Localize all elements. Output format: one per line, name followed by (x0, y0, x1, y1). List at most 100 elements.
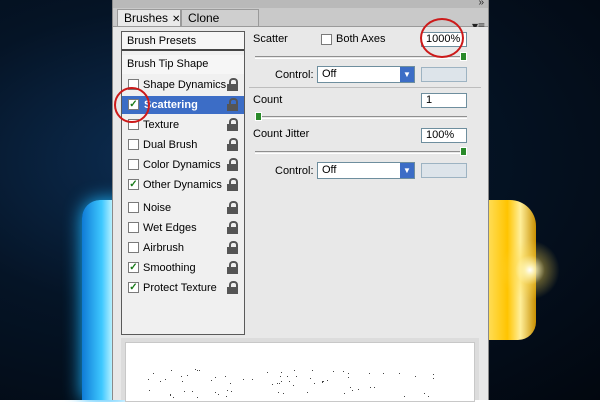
list-item-label: Wet Edges (143, 222, 197, 234)
scatter-slider-thumb[interactable] (460, 52, 467, 61)
preview-dot (267, 372, 268, 373)
close-icon[interactable]: ✕ (172, 14, 180, 25)
lock-icon[interactable] (227, 178, 238, 191)
list-item[interactable]: Color Dynamics (122, 156, 244, 174)
divider (249, 87, 481, 88)
list-item-checkbox[interactable]: ✓ (128, 99, 139, 110)
preview-dot (296, 376, 297, 377)
tab-brushes[interactable]: Brushes ✕ (117, 9, 181, 26)
preview-dot (181, 376, 182, 377)
panel-content: Brush Presets Brush Tip Shape Shape Dyna… (113, 27, 488, 402)
scatter-control-select[interactable]: Off ▼ (317, 66, 415, 83)
count-jitter-control-select[interactable]: Off ▼ (317, 162, 415, 179)
preview-dot (322, 382, 323, 383)
preview-dot (307, 392, 308, 393)
preview-dot (197, 397, 198, 398)
count-slider-track (255, 116, 467, 119)
preview-dot (197, 370, 198, 371)
list-item[interactable]: Shape Dynamics (122, 76, 244, 94)
list-item[interactable]: ✓ Other Dynamics (122, 176, 244, 194)
count-jitter-slider-thumb[interactable] (460, 147, 467, 156)
scatter-control-label: Control: (275, 69, 314, 81)
scattering-options: Scatter Both Axes 1000% Control: Off ▼ C… (249, 27, 483, 347)
preview-dot (170, 395, 171, 396)
both-axes-checkbox[interactable] (321, 34, 332, 45)
list-item[interactable]: Dual Brush (122, 136, 244, 154)
lock-icon[interactable] (227, 98, 238, 111)
list-item-checkbox[interactable] (128, 242, 139, 253)
count-slider-thumb[interactable] (255, 112, 262, 121)
list-item[interactable]: ✓ Protect Texture (122, 279, 244, 297)
scatter-value-field[interactable]: 1000% (421, 32, 467, 47)
preview-dot (215, 377, 216, 378)
list-item-label: Texture (143, 119, 180, 131)
list-item-checkbox[interactable] (128, 119, 139, 130)
list-item-checkbox[interactable] (128, 202, 139, 213)
tab-brushes-label: Brushes (124, 11, 169, 25)
lock-icon[interactable] (227, 261, 238, 274)
list-item[interactable]: Noise (122, 199, 244, 217)
preview-dot (433, 378, 434, 379)
lock-icon[interactable] (227, 201, 238, 214)
list-item-label: Other Dynamics (143, 179, 222, 191)
list-item-checkbox[interactable]: ✓ (128, 262, 139, 273)
scatter-slider[interactable] (255, 52, 467, 61)
lock-icon[interactable] (227, 158, 238, 171)
count-value-field[interactable]: 1 (421, 93, 467, 108)
tab-clone-source[interactable]: Clone Source (181, 9, 259, 41)
list-item-checkbox[interactable]: ✓ (128, 282, 139, 293)
lock-icon[interactable] (227, 118, 238, 131)
list-item-label: Dual Brush (143, 139, 198, 151)
lock-icon[interactable] (227, 241, 238, 254)
chevron-down-icon[interactable]: ▼ (400, 67, 414, 82)
preview-dot (343, 371, 344, 372)
panel-title-bar[interactable]: » (113, 0, 488, 8)
list-item-label: Shape Dynamics (143, 79, 227, 91)
list-item[interactable]: Airbrush (122, 239, 244, 257)
preview-dot (404, 396, 405, 397)
brush-presets-item[interactable]: Brush Presets (122, 32, 244, 51)
count-label: Count (253, 94, 283, 106)
brush-tip-shape-label: Brush Tip Shape (127, 58, 209, 70)
preview-dot (283, 393, 284, 394)
lock-icon[interactable] (227, 78, 238, 91)
preview-dot (399, 373, 400, 374)
preview-dot (182, 381, 183, 382)
scatter-control-amount-field (421, 67, 467, 82)
brush-presets-label: Brush Presets (127, 35, 197, 47)
list-item-checkbox[interactable]: ✓ (128, 179, 139, 190)
collapse-icon[interactable]: » (478, 0, 484, 8)
list-item-checkbox[interactable] (128, 159, 139, 170)
preview-dot (369, 373, 370, 374)
lock-icon[interactable] (227, 221, 238, 234)
count-jitter-slider[interactable] (255, 147, 467, 156)
scatter-slider-track (255, 56, 467, 59)
list-item[interactable]: ✓ Scattering (122, 96, 244, 114)
list-item[interactable]: ✓ Smoothing (122, 259, 244, 277)
sparkle-glow (500, 240, 560, 300)
list-item-checkbox[interactable] (128, 79, 139, 90)
count-jitter-value-field[interactable]: 100% (421, 128, 467, 143)
preview-dot (153, 373, 154, 374)
preview-dot (424, 393, 425, 394)
list-item-label: Airbrush (143, 242, 184, 254)
chevron-down-icon[interactable]: ▼ (400, 163, 414, 178)
lock-icon[interactable] (227, 138, 238, 151)
preview-dot (171, 370, 172, 371)
list-item-checkbox[interactable] (128, 139, 139, 150)
preview-dot (278, 392, 279, 393)
lock-icon[interactable] (227, 281, 238, 294)
list-item-checkbox[interactable] (128, 222, 139, 233)
preview-dot (428, 396, 429, 397)
preview-dot (187, 375, 188, 376)
both-axes-label: Both Axes (336, 33, 386, 45)
brush-tip-shape-item[interactable]: Brush Tip Shape (122, 55, 244, 74)
preview-dot (383, 373, 384, 374)
count-jitter-label: Count Jitter (253, 128, 310, 140)
list-item[interactable]: Texture (122, 116, 244, 134)
preview-dot (348, 377, 349, 378)
count-jitter-control-label: Control: (275, 165, 314, 177)
count-slider[interactable] (255, 112, 467, 121)
preview-dot (272, 384, 273, 385)
list-item[interactable]: Wet Edges (122, 219, 244, 237)
